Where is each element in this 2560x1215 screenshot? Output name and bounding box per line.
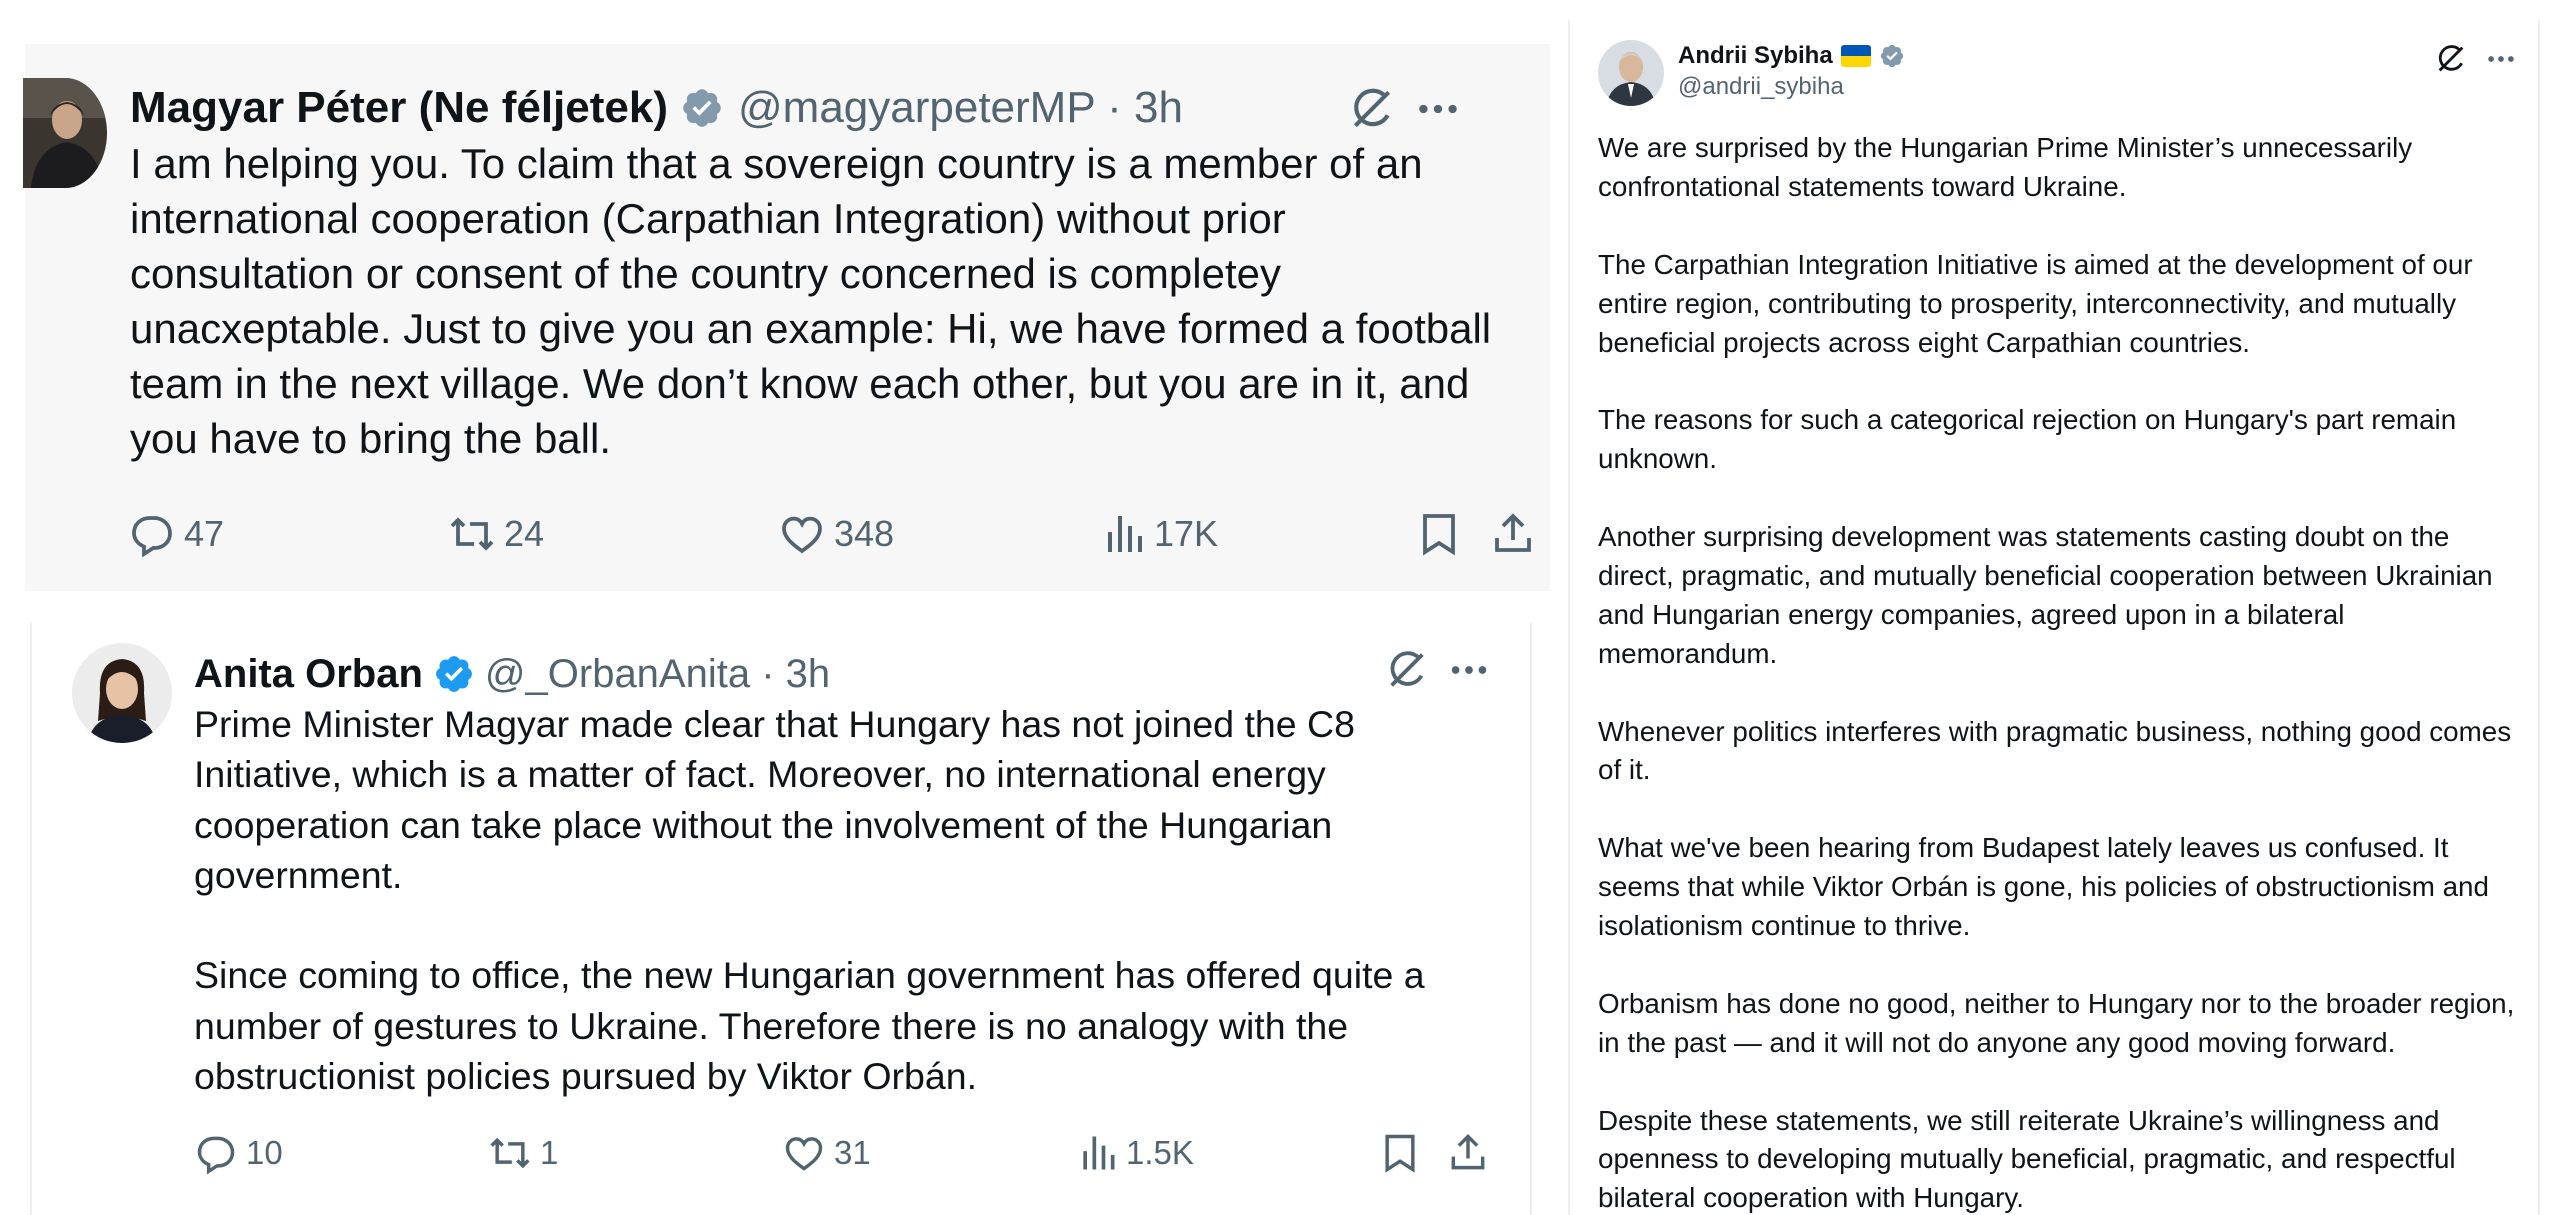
author-name[interactable]: Magyar Péter (Ne féljetek) [130, 83, 668, 133]
tweet-header: Andrii Sybiha [1678, 42, 1905, 70]
like-icon [782, 516, 822, 554]
grok-icon[interactable] [2434, 42, 2468, 76]
bookmark-icon[interactable] [1378, 1131, 1422, 1180]
reply-count: 10 [246, 1134, 283, 1171]
author-name[interactable]: Andrii Sybiha [1678, 42, 1833, 70]
like-icon [785, 1137, 823, 1171]
handle-and-time[interactable]: @magyarpeterMP · 3h [738, 83, 1183, 133]
avatar[interactable] [23, 78, 107, 188]
share-icon[interactable] [1489, 510, 1537, 563]
grok-icon[interactable] [1384, 647, 1430, 693]
gray-verified-badge-icon[interactable] [1879, 43, 1905, 69]
paragraph: Orbanism has done no good, neither to Hu… [1598, 987, 2515, 1058]
reply-icon [132, 516, 172, 558]
tweet-anita-orban: Anita Orban @_OrbanAnita · 3h Prime Mini… [30, 623, 1532, 1215]
reply-count: 47 [184, 513, 225, 554]
tweet-text: I am helping you. To claim that a sovere… [130, 140, 1492, 462]
tweet-andrii-sybiha: Andrii Sybiha @andrii_sybiha We are surp… [1568, 20, 2540, 1215]
like-button[interactable]: 31 [782, 1128, 871, 1178]
like-count: 348 [834, 513, 895, 554]
action-bar: 10 1 31 1.5K [32, 1128, 1530, 1178]
repost-button[interactable]: 1 [488, 1128, 558, 1178]
repost-button[interactable]: 24 [448, 504, 544, 564]
tweet-magyar-peter: Magyar Péter (Ne féljetek) @magyarpeterM… [23, 44, 1550, 591]
avatar[interactable] [1598, 40, 1664, 106]
avatar[interactable] [72, 643, 172, 743]
bookmark-icon[interactable] [1415, 510, 1463, 563]
views-button[interactable]: 17K [1100, 504, 1218, 564]
gray-verified-badge-icon[interactable] [680, 86, 724, 130]
paragraph: We are surprised by the Hungarian Prime … [1598, 132, 2413, 202]
author-handle[interactable]: @andrii_sybiha [1678, 73, 1844, 101]
grok-icon[interactable] [1347, 84, 1397, 134]
paragraph: Another surprising development was state… [1598, 521, 2493, 669]
more-icon[interactable] [1446, 647, 1492, 693]
repost-count: 1 [540, 1134, 559, 1171]
repost-icon [490, 1137, 530, 1169]
reply-button[interactable]: 47 [128, 504, 224, 564]
view-count: 17K [1154, 513, 1219, 554]
reply-icon [197, 1136, 235, 1175]
tweet-text: We are surprised by the Hungarian Prime … [1598, 129, 2518, 1215]
paragraph: The Carpathian Integration Initiative is… [1598, 248, 2473, 358]
handle-and-time[interactable]: @_OrbanAnita · 3h [485, 652, 830, 697]
like-count: 31 [834, 1134, 871, 1171]
repost-icon [450, 517, 494, 551]
views-button[interactable]: 1.5K [1076, 1128, 1194, 1178]
views-icon [1108, 516, 1142, 552]
blue-verified-badge-icon[interactable] [433, 653, 475, 695]
action-bar: 47 24 348 17K [25, 504, 1550, 564]
paragraph: Despite these statements, we still reite… [1598, 1104, 2456, 1214]
paragraph: Whenever politics interferes with pragma… [1598, 715, 2512, 786]
author-name[interactable]: Anita Orban [194, 652, 423, 697]
more-icon[interactable] [2484, 42, 2518, 76]
ukraine-flag-icon [1840, 45, 1871, 67]
paragraph: The reasons for such a categorical rejec… [1598, 404, 2457, 475]
share-icon[interactable] [1446, 1131, 1490, 1180]
more-icon[interactable] [1413, 84, 1463, 134]
views-icon [1083, 1136, 1115, 1170]
reply-button[interactable]: 10 [194, 1128, 283, 1178]
repost-count: 24 [504, 513, 545, 554]
paragraph: What we've been hearing from Budapest la… [1598, 832, 2489, 942]
like-button[interactable]: 348 [778, 504, 894, 564]
tweet-text: Prime Minister Magyar made clear that Hu… [194, 703, 1425, 1098]
tweet-header: Anita Orban @_OrbanAnita · 3h [194, 649, 830, 699]
tweet-header: Magyar Péter (Ne féljetek) @magyarpeterM… [130, 80, 1183, 136]
view-count: 1.5K [1126, 1134, 1194, 1171]
